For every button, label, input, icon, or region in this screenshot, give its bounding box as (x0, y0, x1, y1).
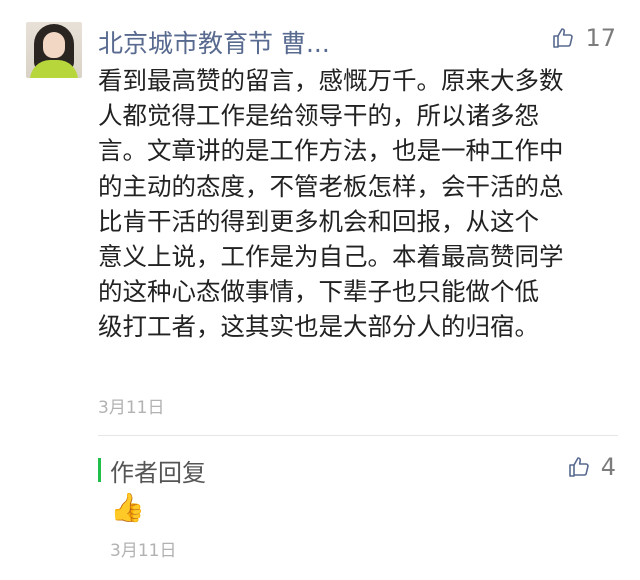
author-reply-label: 作者回复 (110, 459, 206, 487)
comment-text: 看到最高赞的留言，感慨万千。原来大多数 人都觉得工作是给领导干的，所以诸多怨 言… (98, 63, 618, 345)
comment-date: 3月11日 (98, 398, 165, 418)
reply-divider (98, 435, 618, 436)
reply-like-button[interactable]: 4 (567, 453, 616, 481)
comment-author-name[interactable]: 北京城市教育节 曹... (98, 24, 330, 60)
reply-like-count: 4 (600, 453, 616, 481)
reply-thumbs-up-emoji-icon: 👍 (110, 491, 145, 524)
comment-line: 的这种心态做事情，下辈子也只能做个低 (98, 277, 539, 307)
comment-line: 的主动的态度，不管老板怎样，会干活的总 (98, 171, 564, 201)
comment-line: 级打工者，这其实也是大部分人的归宿。 (98, 312, 539, 342)
comment-like-button[interactable]: 17 (551, 24, 616, 52)
avatar-face (43, 32, 65, 58)
thumbs-up-icon (553, 28, 574, 48)
comment-line: 人都觉得工作是给领导干的，所以诸多怨 (98, 101, 539, 131)
thumbs-up-icon (568, 457, 589, 477)
comment-line: 比肯干活的得到更多机会和回报，从这个 (98, 206, 539, 236)
comment-line: 看到最高赞的留言，感慨万千。原来大多数 (98, 66, 564, 95)
comment-line: 意义上说，工作是为自己。本着最高赞同学 (98, 242, 564, 272)
comment-like-count: 17 (585, 24, 616, 52)
comment-line: 言。文章讲的是工作方法，也是一种工作中 (98, 136, 564, 166)
reply-accent-bar (98, 458, 101, 482)
avatar[interactable] (26, 22, 82, 78)
reply-date: 3月11日 (110, 541, 177, 561)
